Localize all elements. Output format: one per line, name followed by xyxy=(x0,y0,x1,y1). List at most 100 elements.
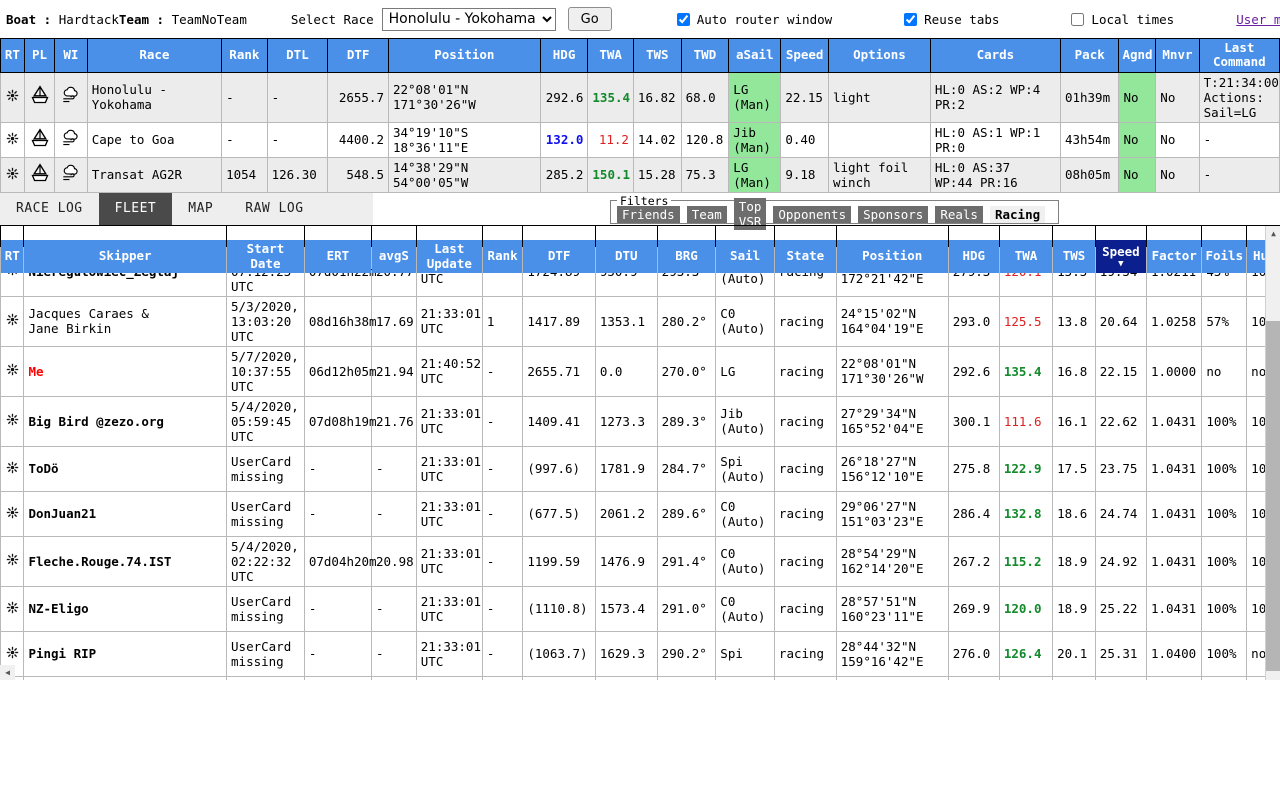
fleet-skipper-cell[interactable]: ToDö xyxy=(24,446,227,491)
races-header-cards[interactable]: Cards xyxy=(930,39,1060,73)
fleet-router-icon-cell[interactable] xyxy=(1,296,24,346)
races-header-speed[interactable]: Speed xyxy=(781,39,829,73)
sailboat-icon[interactable] xyxy=(30,169,50,187)
fleet-header-factor[interactable]: Factor xyxy=(1146,240,1201,274)
fleet-header-last-update[interactable]: Last Update xyxy=(416,240,482,274)
fleet-table-row[interactable]: DonJuan21UserCard missing--21:33:01 UTC-… xyxy=(1,491,1280,536)
go-button[interactable]: Go xyxy=(568,7,612,31)
fleet-table-row[interactable]: Jacques Caraes & Jane Birkin5/3/2020, 13… xyxy=(1,296,1280,346)
race-wind-icon-cell[interactable] xyxy=(55,72,88,122)
fleet-router-icon-cell[interactable] xyxy=(1,346,24,396)
races-header-asail[interactable]: aSail xyxy=(729,39,781,73)
user-manual-link[interactable]: User manual xyxy=(1236,12,1280,27)
race-select[interactable]: Honolulu - Yokohama xyxy=(382,8,556,31)
races-header-hdg[interactable]: HDG xyxy=(540,39,588,73)
fleet-header-dtf[interactable]: DTF xyxy=(523,240,595,274)
races-header-last-command[interactable]: Last Command xyxy=(1199,39,1279,73)
fleet-table-row[interactable]: el.52565/3/2020, 22:28:10 UTC07d08h26m21… xyxy=(1,676,1280,680)
races-header-rank[interactable]: Rank xyxy=(222,39,268,73)
wind-cloud-icon[interactable] xyxy=(61,168,81,186)
ships-wheel-icon[interactable] xyxy=(6,412,19,430)
scroll-left-arrow-icon[interactable]: ◀ xyxy=(0,665,15,680)
tab-race-log[interactable]: RACE LOG xyxy=(0,193,99,225)
ships-wheel-icon[interactable] xyxy=(6,312,19,330)
race-name-cell[interactable]: Cape to Goa xyxy=(87,122,221,157)
races-header-dtf[interactable]: DTF xyxy=(328,39,389,73)
scroll-up-arrow-icon[interactable]: ▲ xyxy=(1266,226,1280,241)
fleet-header-twa[interactable]: TWA xyxy=(999,240,1052,274)
races-header-pack[interactable]: Pack xyxy=(1060,39,1119,73)
fleet-table-row[interactable]: Me5/7/2020, 10:37:55 UTC06d12h05m21.9421… xyxy=(1,346,1280,396)
fleet-header-speed[interactable]: Speed ▼ xyxy=(1095,240,1146,274)
fleet-header-start-date[interactable]: Start Date xyxy=(227,240,305,274)
fleet-header-dtu[interactable]: DTU xyxy=(595,240,657,274)
fleet-table-row[interactable]: Fleche.Rouge.74.IST5/4/2020, 02:22:32 UT… xyxy=(1,536,1280,586)
races-table-row[interactable]: Honolulu - Yokohama--2655.722°08'01"N 17… xyxy=(1,72,1280,122)
ships-wheel-icon[interactable] xyxy=(6,131,19,149)
tab-map[interactable]: MAP xyxy=(172,193,229,225)
filter-button-team[interactable]: Team xyxy=(687,206,727,223)
reuse-tabs-checkbox[interactable] xyxy=(904,13,917,26)
fleet-skipper-cell[interactable]: Jacques Caraes & Jane Birkin xyxy=(24,296,227,346)
wind-cloud-icon[interactable] xyxy=(61,90,81,108)
filter-button-opponents[interactable]: Opponents xyxy=(773,206,851,223)
local-times-checkbox[interactable] xyxy=(1071,13,1084,26)
fleet-router-icon-cell[interactable] xyxy=(1,586,24,631)
fleet-router-icon-cell[interactable] xyxy=(1,396,24,446)
fleet-header-position[interactable]: Position xyxy=(836,240,948,274)
races-table-row[interactable]: Cape to Goa--4400.234°19'10"S 18°36'11"E… xyxy=(1,122,1280,157)
auto-router-window-checkbox[interactable] xyxy=(677,13,690,26)
races-header-dtl[interactable]: DTL xyxy=(267,39,328,73)
fleet-router-icon-cell[interactable] xyxy=(1,446,24,491)
fleet-header-avgs[interactable]: avgS xyxy=(372,240,417,274)
race-polar-icon-cell[interactable] xyxy=(24,72,54,122)
race-polar-icon-cell[interactable] xyxy=(24,157,54,192)
ships-wheel-icon[interactable] xyxy=(6,88,19,106)
race-router-icon-cell[interactable] xyxy=(1,157,25,192)
fleet-header-foils[interactable]: Foils xyxy=(1202,240,1247,274)
fleet-skipper-cell[interactable]: NZ-Eligo xyxy=(24,586,227,631)
races-header-race[interactable]: Race xyxy=(87,39,221,73)
ships-wheel-icon[interactable] xyxy=(6,166,19,184)
tab-fleet[interactable]: FLEET xyxy=(99,193,173,225)
fleet-header-hdg[interactable]: HDG xyxy=(948,240,999,274)
fleet-router-icon-cell[interactable] xyxy=(1,536,24,586)
races-header-options[interactable]: Options xyxy=(829,39,931,73)
fleet-header-skipper[interactable]: Skipper xyxy=(24,240,227,274)
fleet-table-scroll-region[interactable]: RT Skipper Start Date ERT avgS Last Upda… xyxy=(0,225,1280,680)
ships-wheel-icon[interactable] xyxy=(6,645,19,663)
fleet-router-icon-cell[interactable] xyxy=(1,491,24,536)
fleet-skipper-cell[interactable]: Pingi RIP xyxy=(24,631,227,676)
races-table-row[interactable]: Transat AG2R1054126.30548.514°38'29"N 54… xyxy=(1,157,1280,192)
race-wind-icon-cell[interactable] xyxy=(55,122,88,157)
ships-wheel-icon[interactable] xyxy=(6,362,19,380)
races-header-position[interactable]: Position xyxy=(388,39,540,73)
fleet-vertical-scrollbar[interactable]: ▲ xyxy=(1265,226,1280,680)
fleet-header-rt[interactable]: RT xyxy=(1,240,24,274)
sailboat-icon[interactable] xyxy=(30,134,50,152)
fleet-header-ert[interactable]: ERT xyxy=(304,240,371,274)
race-wind-icon-cell[interactable] xyxy=(55,157,88,192)
fleet-header-rank[interactable]: Rank xyxy=(482,240,523,274)
sailboat-icon[interactable] xyxy=(30,91,50,109)
fleet-table-row[interactable]: NZ-EligoUserCard missing--21:33:01 UTC-(… xyxy=(1,586,1280,631)
races-header-wi[interactable]: WI xyxy=(55,39,88,73)
tab-raw-log[interactable]: RAW LOG xyxy=(229,193,319,225)
fleet-header-state[interactable]: State xyxy=(774,240,836,274)
ships-wheel-icon[interactable] xyxy=(6,505,19,523)
races-header-mnvr[interactable]: Mnvr xyxy=(1156,39,1199,73)
wind-cloud-icon[interactable] xyxy=(61,133,81,151)
filter-button-sponsors[interactable]: Sponsors xyxy=(858,206,928,223)
fleet-skipper-cell[interactable]: DonJuan21 xyxy=(24,491,227,536)
fleet-table-row[interactable]: Pingi RIPUserCard missing--21:33:01 UTC-… xyxy=(1,631,1280,676)
race-router-icon-cell[interactable] xyxy=(1,122,25,157)
race-name-cell[interactable]: Honolulu - Yokohama xyxy=(87,72,221,122)
race-router-icon-cell[interactable] xyxy=(1,72,25,122)
fleet-skipper-cell[interactable]: Fleche.Rouge.74.IST xyxy=(24,536,227,586)
fleet-table-row[interactable]: Big Bird @zezo.org5/4/2020, 05:59:45 UTC… xyxy=(1,396,1280,446)
ships-wheel-icon[interactable] xyxy=(6,460,19,478)
race-polar-icon-cell[interactable] xyxy=(24,122,54,157)
filter-button-reals[interactable]: Reals xyxy=(935,206,983,223)
races-header-twa[interactable]: TWA xyxy=(588,39,634,73)
fleet-skipper-cell[interactable]: Me xyxy=(24,346,227,396)
